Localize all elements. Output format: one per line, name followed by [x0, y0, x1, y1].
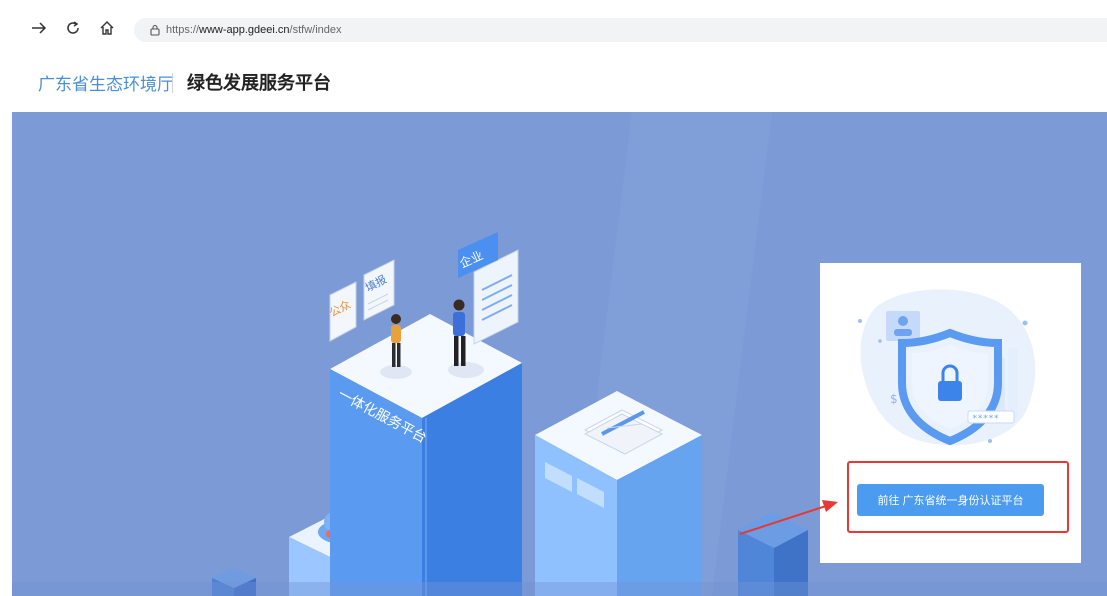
security-shield-illustration: $ ***** [858, 289, 1036, 446]
org-name[interactable]: 广东省生态环境厅 [38, 70, 174, 95]
forward-arrow-icon [32, 22, 47, 34]
main-tower: 一体化服务平台 [330, 299, 522, 596]
reload-button[interactable] [62, 17, 84, 39]
browser-toolbar: https://www-app.gdeei.cn/stfw/index [0, 0, 1107, 48]
card-public: 公众 [327, 281, 357, 342]
reload-icon [67, 21, 79, 34]
card-enterprise: 企业 [457, 232, 519, 345]
svg-text:*****: ***** [972, 414, 999, 424]
home-button[interactable] [96, 17, 118, 39]
url-text: https://www-app.gdeei.cn/stfw/index [166, 24, 342, 36]
annotation-highlight-box [847, 461, 1069, 533]
lock-icon [148, 23, 162, 37]
svg-text:$: $ [890, 392, 898, 406]
platform-title: 绿色发展服务平台 [187, 73, 331, 94]
header-divider [172, 73, 173, 93]
card-report: 填报 [363, 259, 395, 321]
home-icon [100, 21, 114, 35]
address-bar[interactable]: https://www-app.gdeei.cn/stfw/index [134, 18, 1107, 42]
forward-button[interactable] [28, 17, 50, 39]
site-header: 广东省生态环境厅 绿色发展服务平台 [0, 48, 1107, 112]
padlock-icon [938, 381, 962, 401]
